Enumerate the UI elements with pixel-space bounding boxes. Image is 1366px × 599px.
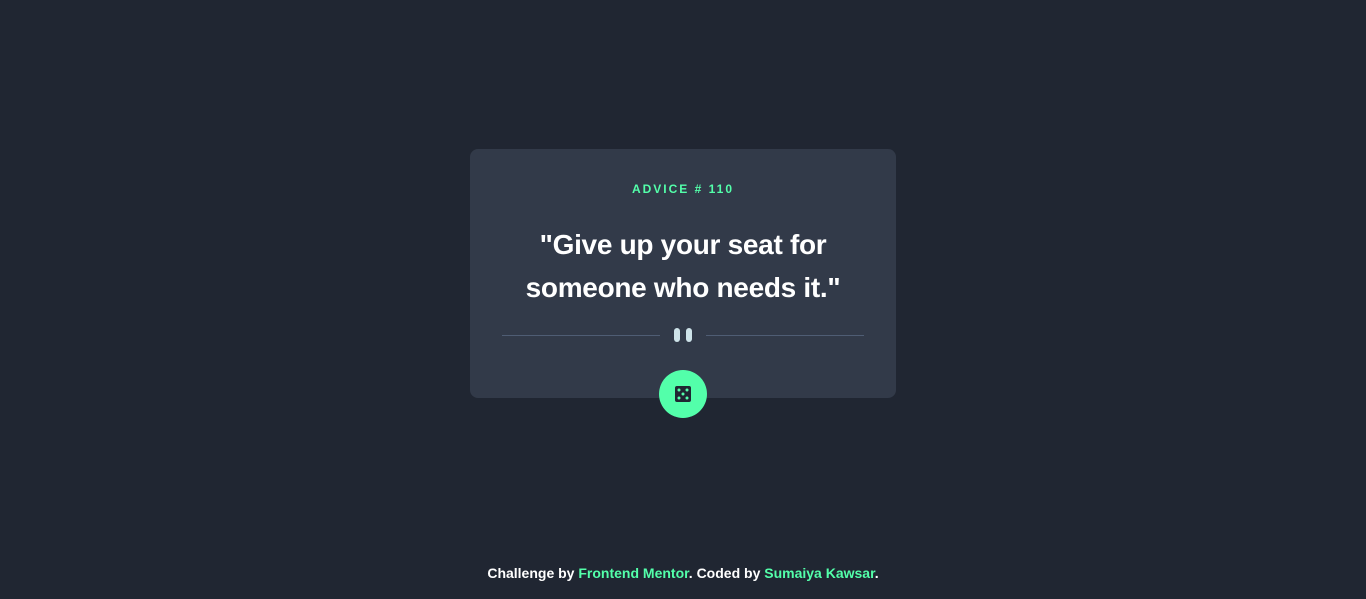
attribution-footer: Challenge by Frontend Mentor. Coded by S… [0, 565, 1366, 581]
advice-label: ADVICE # [631, 182, 704, 196]
divider-line-left [502, 335, 660, 336]
new-advice-button[interactable] [659, 370, 707, 418]
frontend-mentor-link[interactable]: Frontend Mentor [578, 565, 688, 581]
advice-card: ADVICE # 110 "Give up your seat for some… [470, 149, 896, 418]
divider [502, 327, 864, 343]
advice-number: 110 [708, 182, 735, 196]
pause-icon [674, 327, 692, 343]
author-link[interactable]: Sumaiya Kawsar [764, 565, 875, 581]
footer-suffix: . [874, 565, 879, 581]
advice-id: ADVICE # 110 [470, 182, 896, 196]
advice-quote: "Give up your seat for someone who needs… [525, 229, 841, 303]
dice-icon [675, 386, 691, 402]
divider-line-right [706, 335, 864, 336]
footer-prefix: Challenge by [487, 565, 575, 581]
footer-middle: . Coded by [688, 565, 761, 581]
